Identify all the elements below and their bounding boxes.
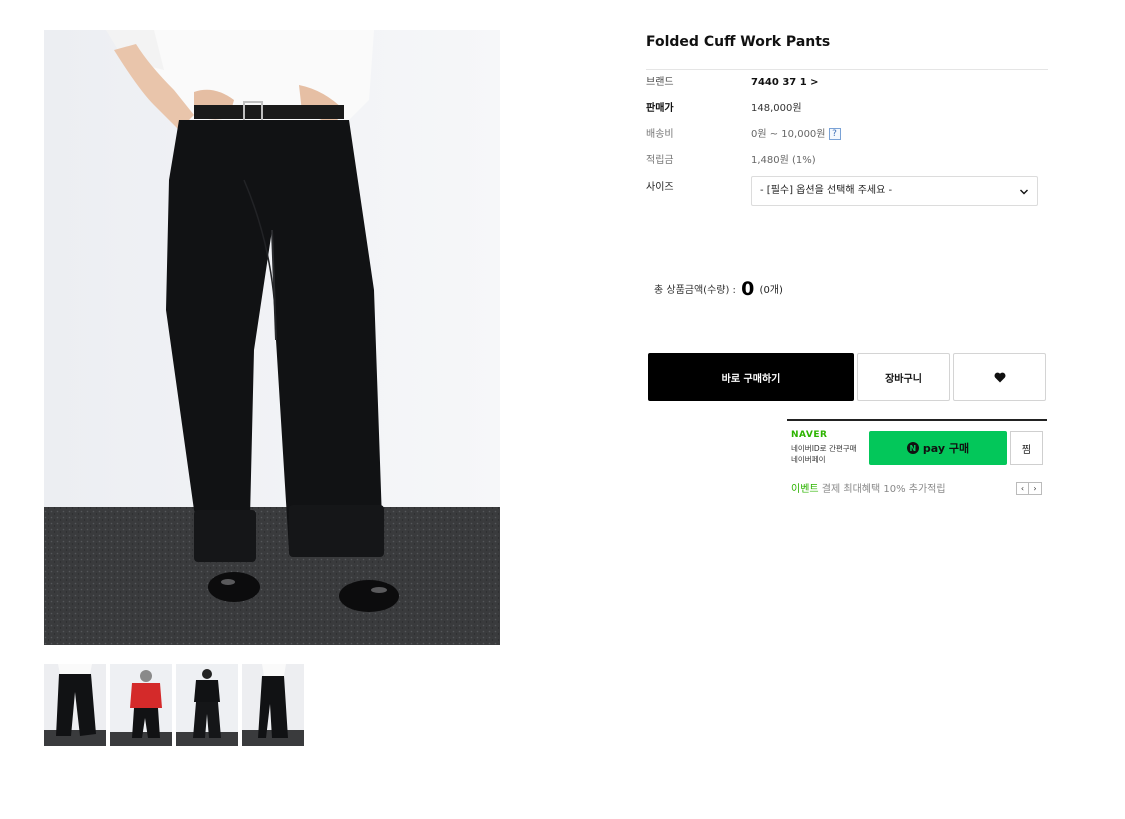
help-icon[interactable]: ? [828, 128, 841, 140]
brand-link[interactable]: 7440 37 1 > [751, 70, 819, 96]
thumbnail-3[interactable] [176, 664, 238, 746]
total-price: 총 상품금액(수량) : 0 (0개) [654, 276, 783, 304]
thumbnail-2[interactable] [110, 664, 172, 746]
chevron-left-icon[interactable]: ‹ [1016, 482, 1029, 495]
chevron-down-icon [1020, 189, 1028, 195]
add-to-cart-button[interactable]: 장바구니 [857, 353, 950, 401]
heart-icon [994, 372, 1005, 382]
naver-zzim-button[interactable]: 찜 [1010, 431, 1043, 465]
size-label: 사이즈 [646, 182, 674, 193]
spec-brand: 브랜드 7440 37 1 > [646, 70, 1048, 96]
naver-pay-desc-2: 네이버페이 [791, 455, 826, 464]
naver-pay-button[interactable]: N pay 구매 [869, 431, 1007, 465]
spec-shipping: 배송비 0원 ~ 10,000원? [646, 122, 1048, 148]
points-value: 1,480원 (1%) [751, 155, 816, 166]
naver-event-text: 이벤트 결제 최대혜택 10% 추가적립 [791, 480, 946, 495]
naver-pay-desc-1: 네이버ID로 간편구매 [791, 444, 857, 453]
spec-label: 배송비 [646, 129, 674, 140]
naver-pay-label: pay 구매 [922, 442, 970, 455]
spec-price: 판매가 148,000원 [646, 96, 1048, 122]
thumbnail-1[interactable] [44, 664, 106, 746]
shipping-value: 0원 ~ 10,000원? [751, 122, 841, 148]
naver-n-icon: N [906, 442, 919, 454]
event-pager: ‹ › [1016, 482, 1042, 495]
size-option-row: 사이즈 - [필수] 옵션을 선택해 주세요 - [646, 176, 1048, 212]
price-value: 148,000원 [751, 103, 802, 114]
thumbnail-strip [44, 664, 304, 746]
spec-label: 판매가 [646, 103, 674, 114]
event-tag: 이벤트 [791, 484, 819, 495]
event-desc: 결제 최대혜택 10% 추가적립 [821, 484, 946, 495]
naver-pay-box: NAVER 네이버ID로 간편구매 네이버페이 N pay 구매 찜 이벤트 결… [787, 419, 1047, 499]
product-title: Folded Cuff Work Pants [646, 34, 831, 50]
wishlist-button[interactable] [953, 353, 1046, 401]
size-select-value: - [필수] 옵션을 선택해 주세요 - [760, 185, 893, 196]
main-product-image [44, 30, 500, 645]
naver-logo: NAVER [791, 430, 828, 440]
total-label: 총 상품금액(수량) : [654, 285, 736, 296]
size-select[interactable]: - [필수] 옵션을 선택해 주세요 - [751, 176, 1038, 206]
product-info: Folded Cuff Work Pants 브랜드 7440 37 1 > 판… [646, 30, 1048, 212]
thumbnail-4[interactable] [242, 664, 304, 746]
chevron-right-icon[interactable]: › [1029, 482, 1042, 495]
total-amount: 0 [741, 278, 755, 300]
shipping-text: 0원 ~ 10,000원 [751, 129, 826, 140]
total-count: (0개) [759, 285, 783, 296]
spec-points: 적립금 1,480원 (1%) [646, 148, 1048, 174]
spec-label: 적립금 [646, 155, 674, 166]
spec-label: 브랜드 [646, 77, 674, 88]
buy-now-button[interactable]: 바로 구매하기 [648, 353, 854, 401]
